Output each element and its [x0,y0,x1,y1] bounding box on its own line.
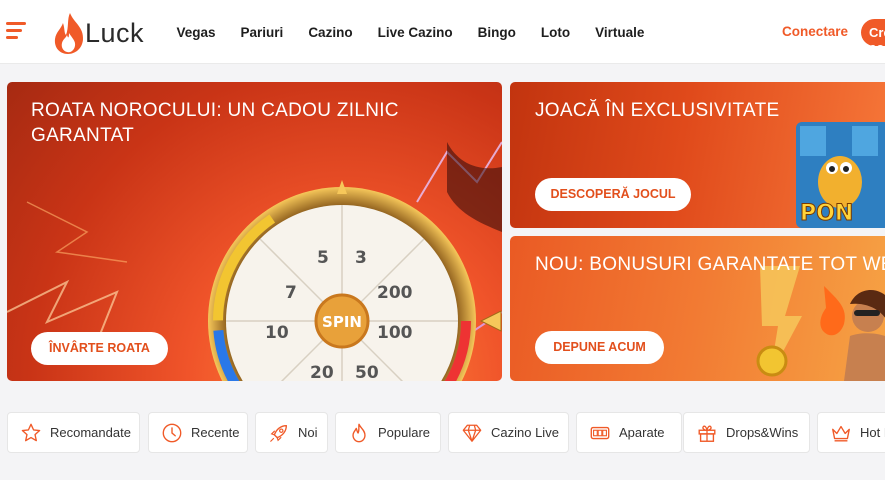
category-drops-wins[interactable]: Drops&Wins [683,412,810,453]
category-hot-pick[interactable]: Hot Pick [817,412,885,453]
category-label: Aparate [619,425,665,440]
banner-title-line: ROATA NOROCULUI: UN CADOU ZILNIC [31,100,399,121]
flame-logo-icon [54,13,84,54]
slot-machine-icon [590,426,610,439]
category-recommended[interactable]: Recomandate [7,412,140,453]
spin-wheel-button[interactable]: ÎNVÂRTE ROATA [31,332,168,365]
wheel-label: 200 [377,283,413,303]
top-header: Luck Vegas Pariuri Cazino Live Cazino Bi… [0,0,885,64]
star-icon [21,423,41,441]
category-label: Cazino Live [491,425,559,440]
banner-title: ROATA NOROCULUI: UN CADOU ZILNIC GARANTA… [31,98,451,148]
category-label: Populare [378,425,431,440]
weekend-bonus-banner[interactable]: NOU: BONUSURI GARANTATE TOT WEEKENDUL DE… [510,236,885,381]
diamond-icon [462,424,482,442]
wheel-label: 100 [377,323,413,343]
wheel-label: 7 [285,283,297,303]
nav-loto[interactable]: Loto [541,25,570,40]
wheel-label: 5 [317,248,329,268]
wheel-of-fortune-banner[interactable]: 5 3 200 100 50 20 10 7 SPIN ROATA NOROCU… [7,82,502,381]
gift-icon [698,425,716,442]
wheel-label: 10 [265,323,289,343]
nav-virtuale[interactable]: Virtuale [595,25,644,40]
login-link[interactable]: Conectare [782,24,848,39]
discover-game-button[interactable]: DESCOPERĂ JOCUL [535,178,691,211]
deposit-now-button[interactable]: DEPUNE ACUM [535,331,664,364]
hamburger-menu-icon[interactable] [6,20,28,40]
crown-icon [832,425,850,441]
banner-title-line: GARANTAT [31,125,135,146]
logo[interactable]: Luck [52,10,144,56]
wheel-label: 20 [310,363,334,381]
banner-title: NOU: BONUSURI GARANTATE TOT WEEKENDUL [535,254,885,275]
nav-pariuri[interactable]: Pariuri [241,25,284,40]
category-slots[interactable]: Aparate [576,412,682,453]
wheel-label: 3 [355,248,367,268]
category-recent[interactable]: Recente [148,412,248,453]
main-nav: Vegas Pariuri Cazino Live Cazino Bingo L… [164,0,657,64]
category-label: Recomandate [50,425,131,440]
category-label: Noi [298,425,318,440]
clock-icon [162,423,182,442]
wheel-label: 50 [355,363,379,381]
nav-live-cazino[interactable]: Live Cazino [378,25,453,40]
game-art-text: PON [800,201,853,226]
rocket-icon [270,424,288,442]
nav-vegas[interactable]: Vegas [177,25,216,40]
flame-icon [352,423,366,442]
category-label: Drops&Wins [726,425,799,440]
category-label: Hot Pick [860,425,885,440]
category-new[interactable]: Noi [255,412,328,453]
category-popular[interactable]: Populare [335,412,441,453]
exclusive-game-banner[interactable]: PON JOACĂ ÎN EXCLUSIVITATE DESCOPERĂ JOC… [510,82,885,228]
spin-wheel-art: 5 3 200 100 50 20 10 7 SPIN [208,180,502,381]
logo-text: Luck [84,17,144,48]
nav-cazino[interactable]: Cazino [308,25,352,40]
category-label: Recente [191,425,240,440]
nav-bingo[interactable]: Bingo [478,25,516,40]
game-character-art: PON [796,122,885,228]
register-button[interactable]: Creează cont [861,19,885,55]
category-live-casino[interactable]: Cazino Live [448,412,569,453]
wheel-center-label: SPIN [322,313,362,331]
banner-title: JOACĂ ÎN EXCLUSIVITATE [535,100,780,121]
